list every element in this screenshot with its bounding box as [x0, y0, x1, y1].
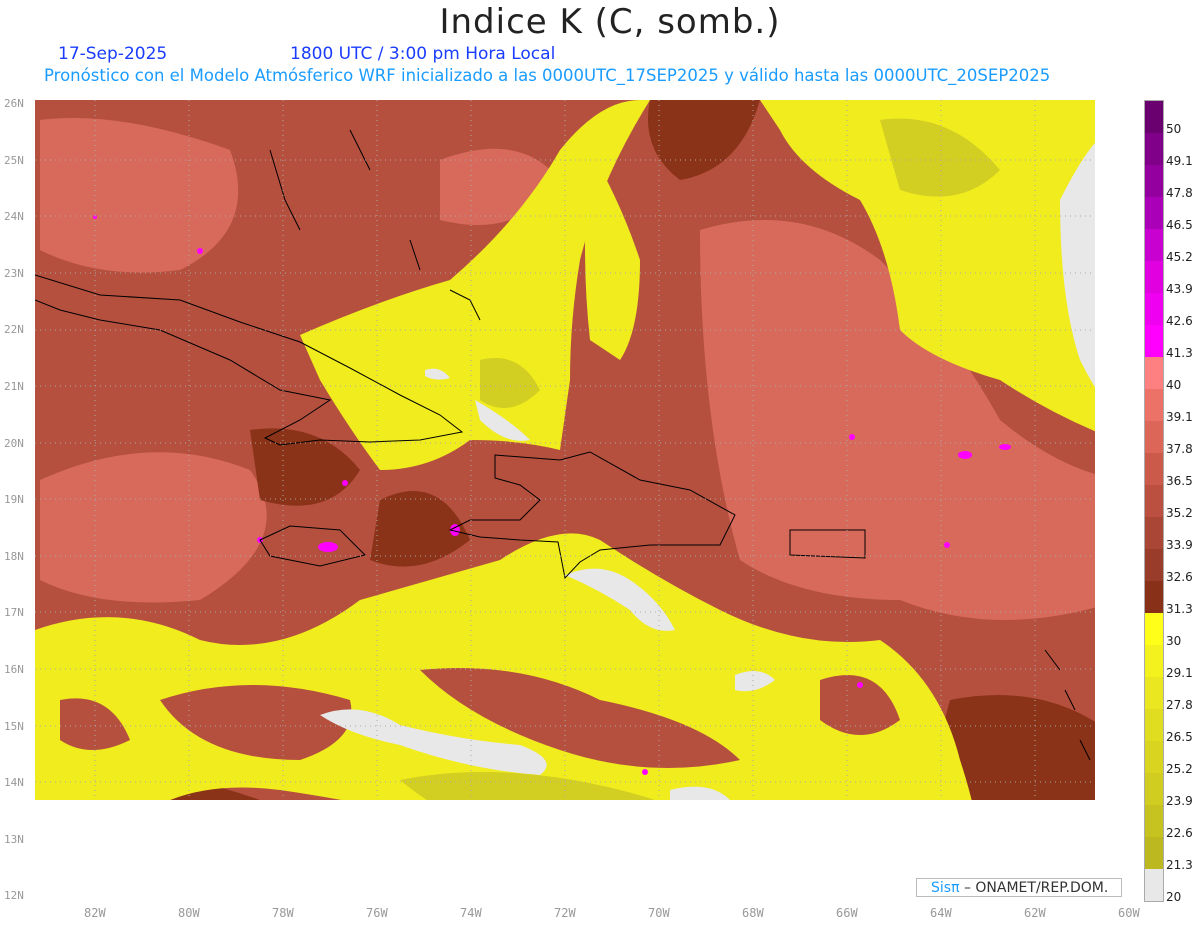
colorbar-label: 22.6: [1166, 826, 1193, 840]
lon-label: 70W: [648, 906, 670, 920]
colorbar-label: 49.1: [1166, 154, 1193, 168]
k-index-map: [35, 100, 1095, 900]
colorbar-swatch: [1145, 133, 1163, 165]
lon-label: 66W: [836, 906, 858, 920]
colorbar-swatch: [1145, 197, 1163, 229]
lat-label: 12N: [4, 889, 24, 903]
lon-label: 72W: [554, 906, 576, 920]
colorbar-swatch: [1145, 165, 1163, 197]
colorbar-label: 45.2: [1166, 250, 1193, 264]
credit-box: Sisπ – ONAMET/REP.DOM.: [916, 878, 1122, 897]
lat-label: 26N: [4, 97, 24, 110]
lon-label: 80W: [178, 906, 200, 920]
colorbar-swatch: [1145, 325, 1163, 357]
colorbar-swatch: [1145, 741, 1163, 773]
colorbar-swatch: [1145, 581, 1163, 613]
colorbar-label: 26.5: [1166, 730, 1193, 744]
lon-label: 82W: [84, 906, 106, 920]
colorbar-swatch: [1145, 101, 1163, 133]
colorbar-label: 40: [1166, 378, 1182, 392]
lat-label: 20N: [4, 436, 24, 450]
coast-south-america: [560, 870, 660, 900]
lat-label: 17N: [4, 606, 24, 620]
lon-label: 60W: [1118, 906, 1140, 920]
lat-label: 25N: [4, 153, 24, 167]
lat-label: 23N: [4, 266, 24, 280]
colorbar-swatch: [1145, 773, 1163, 805]
forecast-time: 1800 UTC / 3:00 pm Hora Local: [290, 44, 556, 64]
colorbar-label: 47.8: [1166, 186, 1193, 200]
colorbar-swatch: [1145, 645, 1163, 677]
lat-label: 21N: [4, 380, 24, 393]
lat-label: 19N: [4, 493, 24, 507]
colorbar-label: 33.9: [1166, 538, 1193, 552]
colorbar-label: 42.6: [1166, 314, 1193, 328]
lat-label: 13N: [4, 832, 24, 846]
lon-label: 62W: [1024, 906, 1046, 920]
colorbar-swatch: [1145, 453, 1163, 485]
colorbar-label: 46.5: [1166, 218, 1193, 232]
colorbar-swatch: [1145, 805, 1163, 837]
colorbar-label: 29.1: [1166, 666, 1193, 680]
colorbar-swatch: [1145, 389, 1163, 421]
lat-label: 14N: [4, 776, 24, 790]
colorbar-swatch: [1145, 357, 1163, 389]
colorbar-label: 20: [1166, 890, 1182, 904]
forecast-subtitle: Pronóstico con el Modelo Atmósferico WRF…: [44, 66, 1051, 85]
colorbar-swatch: [1145, 261, 1163, 293]
colorbar-label: 36.5: [1166, 474, 1193, 488]
colorbar-label: 32.6: [1166, 570, 1193, 584]
colorbar-swatch: [1145, 709, 1163, 741]
credit-text: – ONAMET/REP.DOM.: [959, 880, 1109, 896]
colorbar-label: 25.2: [1166, 762, 1193, 776]
lat-label: 22N: [4, 323, 24, 337]
colorbar-swatch: [1145, 677, 1163, 709]
lat-label: 15N: [4, 719, 24, 733]
colorbar-swatch: [1145, 293, 1163, 325]
lon-label: 68W: [742, 906, 764, 920]
colorbar-label: 39.1: [1166, 410, 1193, 424]
colorbar-label: 37.8: [1166, 442, 1193, 456]
lon-label: 78W: [272, 906, 294, 920]
lon-label: 76W: [366, 906, 388, 920]
colorbar-label: 23.9: [1166, 794, 1193, 808]
colorbar-swatch: [1145, 517, 1163, 549]
colorbar-swatch: [1145, 869, 1163, 901]
forecast-date: 17-Sep-2025: [58, 44, 168, 64]
colorbar-label: 31.3: [1166, 602, 1193, 616]
lat-label: 18N: [4, 549, 24, 563]
credit-brand: Sisπ: [931, 880, 960, 896]
colorbar-label: 43.9: [1166, 282, 1193, 296]
colorbar-swatch: [1145, 229, 1163, 261]
colorbar: [1144, 100, 1164, 902]
colorbar-label: 30: [1166, 634, 1182, 648]
colorbar-swatch: [1145, 549, 1163, 581]
colorbar-label: 41.3: [1166, 346, 1193, 360]
colorbar-label: 27.8: [1166, 698, 1193, 712]
colorbar-swatch: [1145, 613, 1163, 645]
colorbar-label: 35.2: [1166, 506, 1193, 520]
lat-label: 16N: [4, 663, 24, 676]
colorbar-swatch: [1145, 485, 1163, 517]
lon-label: 74W: [460, 906, 482, 920]
colorbar-swatch: [1145, 421, 1163, 453]
lat-label: 24N: [4, 210, 24, 224]
colorbar-swatch: [1145, 837, 1163, 869]
colorbar-label: 50: [1166, 122, 1182, 136]
map-title: Indice K (C, somb.): [439, 2, 781, 42]
colorbar-label: 21.3: [1166, 858, 1193, 872]
lon-label: 64W: [930, 906, 952, 920]
